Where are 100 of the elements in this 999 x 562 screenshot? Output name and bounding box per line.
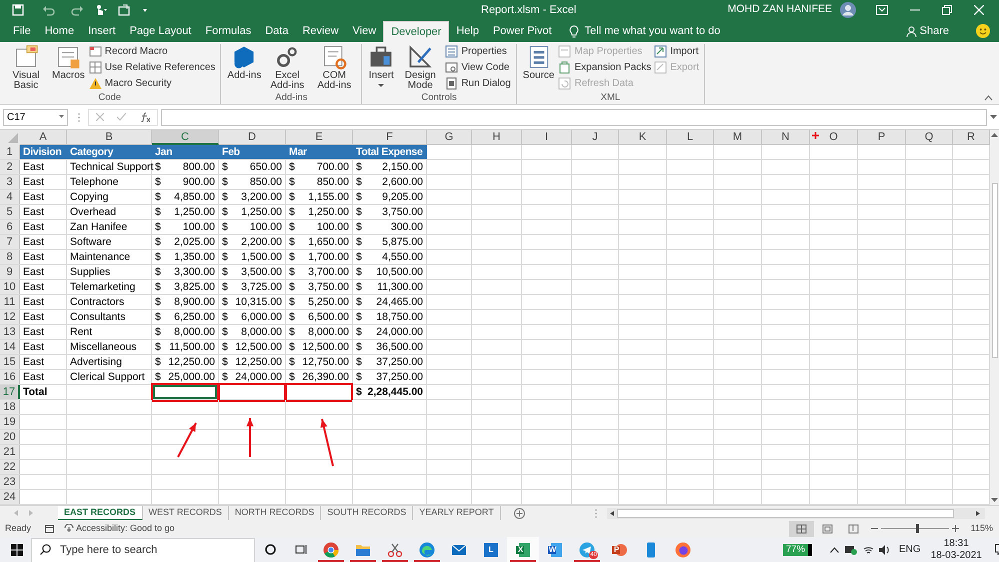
- column-header[interactable]: B: [67, 130, 152, 145]
- ribbon-small-button[interactable]: Import: [654, 44, 700, 59]
- expand-formula-icon[interactable]: [990, 114, 997, 120]
- row-header[interactable]: 22: [0, 460, 20, 474]
- ribbon-tab[interactable]: File: [6, 21, 38, 42]
- avatar-icon[interactable]: [840, 2, 856, 18]
- row-header[interactable]: 17: [0, 385, 20, 399]
- row-header[interactable]: 20: [0, 430, 20, 444]
- column-header[interactable]: I: [522, 130, 572, 145]
- taskbar-app[interactable]: P: [603, 537, 635, 562]
- row-header[interactable]: 16: [0, 370, 20, 384]
- clock-date[interactable]: 18-03-2021: [930, 550, 982, 562]
- undo-icon[interactable]: [42, 4, 56, 16]
- column-header[interactable]: A: [20, 130, 67, 145]
- add-sheet-icon[interactable]: [514, 508, 525, 518]
- ribbon-button[interactable]: Design Mode: [398, 44, 442, 91]
- zoom-slider[interactable]: [880, 524, 949, 533]
- ribbon-small-button[interactable]: Record Macro: [88, 44, 216, 59]
- redo-icon[interactable]: [70, 4, 84, 16]
- column-header[interactable]: H: [472, 130, 522, 145]
- ribbon-button[interactable]: Insert: [367, 44, 396, 88]
- taskbar-app[interactable]: W: [539, 537, 571, 562]
- sheet-tab[interactable]: EAST RECORDS: [58, 506, 143, 520]
- zoom-level[interactable]: 115%: [970, 522, 993, 536]
- clock-time[interactable]: 18:31: [944, 538, 969, 550]
- scroll-left-icon[interactable]: [610, 510, 614, 516]
- scroll-thumb[interactable]: [617, 508, 954, 518]
- language-indicator[interactable]: ENG: [899, 542, 921, 557]
- ribbon-tab[interactable]: Insert: [81, 21, 123, 42]
- ribbon-tab[interactable]: Data: [258, 21, 296, 42]
- formula-input[interactable]: [161, 108, 987, 126]
- row-header[interactable]: 10: [0, 280, 20, 294]
- volume-icon[interactable]: [879, 544, 892, 554]
- accessibility-status[interactable]: Accessibility: Good to go: [76, 522, 175, 536]
- slider-thumb[interactable]: [916, 524, 920, 533]
- row-header[interactable]: 15: [0, 355, 20, 369]
- row-header[interactable]: 6: [0, 220, 20, 234]
- touch-mode-icon[interactable]: [94, 4, 108, 16]
- column-header[interactable]: N: [762, 130, 810, 145]
- ribbon-button[interactable]: COM Add-ins: [312, 44, 356, 91]
- ribbon-tab[interactable]: Review: [295, 21, 346, 42]
- ribbon-tab[interactable]: View: [346, 21, 384, 42]
- horizontal-scrollbar[interactable]: [607, 508, 985, 518]
- close-icon[interactable]: [974, 5, 984, 15]
- ribbon-small-button[interactable]: Use Relative References: [88, 60, 216, 75]
- column-header[interactable]: M: [714, 130, 762, 145]
- ribbon-tab[interactable]: Help: [449, 21, 486, 42]
- show-hidden-icon[interactable]: [830, 546, 840, 552]
- ribbon-tab[interactable]: Home: [38, 21, 82, 42]
- ribbon-display-icon[interactable]: [876, 5, 888, 15]
- row-header[interactable]: 2: [0, 160, 20, 174]
- share-button[interactable]: Share: [906, 21, 949, 42]
- ribbon-small-button[interactable]: View Code: [445, 60, 511, 75]
- collapse-ribbon-icon[interactable]: [984, 95, 993, 101]
- ribbon-small-button[interactable]: Expansion Packs: [558, 60, 652, 75]
- row-header[interactable]: 21: [0, 445, 20, 459]
- tell-me-search[interactable]: Tell me what you want to do: [584, 21, 720, 42]
- column-header[interactable]: R: [953, 130, 990, 145]
- column-header[interactable]: L: [667, 130, 714, 145]
- normal-view-icon[interactable]: [788, 520, 814, 536]
- task-view-icon[interactable]: [295, 544, 307, 555]
- search-field[interactable]: Type here to search: [31, 538, 255, 562]
- ribbon-button[interactable]: Add-ins: [226, 44, 262, 81]
- row-header[interactable]: 13: [0, 325, 20, 339]
- ribbon-tab[interactable]: Power Pivot: [486, 21, 559, 42]
- column-header[interactable]: G: [427, 130, 472, 145]
- ribbon-tab[interactable]: Page Layout: [122, 21, 198, 42]
- column-header[interactable]: F: [353, 130, 427, 145]
- row-header[interactable]: 7: [0, 235, 20, 249]
- scroll-thumb[interactable]: [992, 183, 998, 358]
- function-icon[interactable]: [140, 112, 150, 122]
- row-header[interactable]: 4: [0, 190, 20, 204]
- wifi-icon[interactable]: [863, 544, 874, 554]
- scroll-right-icon[interactable]: [976, 510, 980, 516]
- row-header[interactable]: 24: [0, 490, 20, 504]
- share-screen-icon[interactable]: [118, 4, 132, 16]
- column-header[interactable]: E: [286, 130, 353, 145]
- ribbon-tab[interactable]: Developer: [383, 21, 450, 42]
- column-header[interactable]: K: [619, 130, 667, 145]
- row-header[interactable]: 12: [0, 310, 20, 324]
- column-header[interactable]: Q: [906, 130, 953, 145]
- vertical-scrollbar[interactable]: [990, 130, 999, 505]
- security-icon[interactable]: [845, 544, 858, 554]
- taskbar-app[interactable]: X: [507, 537, 539, 562]
- ribbon-button[interactable]: Visual Basic: [4, 44, 48, 91]
- ribbon-small-button[interactable]: Properties: [445, 44, 511, 59]
- column-header[interactable]: P: [858, 130, 906, 145]
- row-header[interactable]: 19: [0, 415, 20, 429]
- ribbon-tab[interactable]: Formulas: [198, 21, 258, 42]
- column-header[interactable]: D: [219, 130, 286, 145]
- row-header[interactable]: 18: [0, 400, 20, 414]
- row-header[interactable]: 5: [0, 205, 20, 219]
- column-header[interactable]: J: [572, 130, 619, 145]
- ribbon-button[interactable]: Excel Add-ins: [265, 44, 310, 91]
- column-header[interactable]: O: [810, 130, 858, 145]
- zoom-in-icon[interactable]: [952, 525, 959, 532]
- cortana-icon[interactable]: [265, 544, 276, 555]
- windows-start-icon[interactable]: [11, 544, 23, 556]
- row-header[interactable]: 23: [0, 475, 20, 489]
- customize-icon[interactable]: [142, 7, 148, 13]
